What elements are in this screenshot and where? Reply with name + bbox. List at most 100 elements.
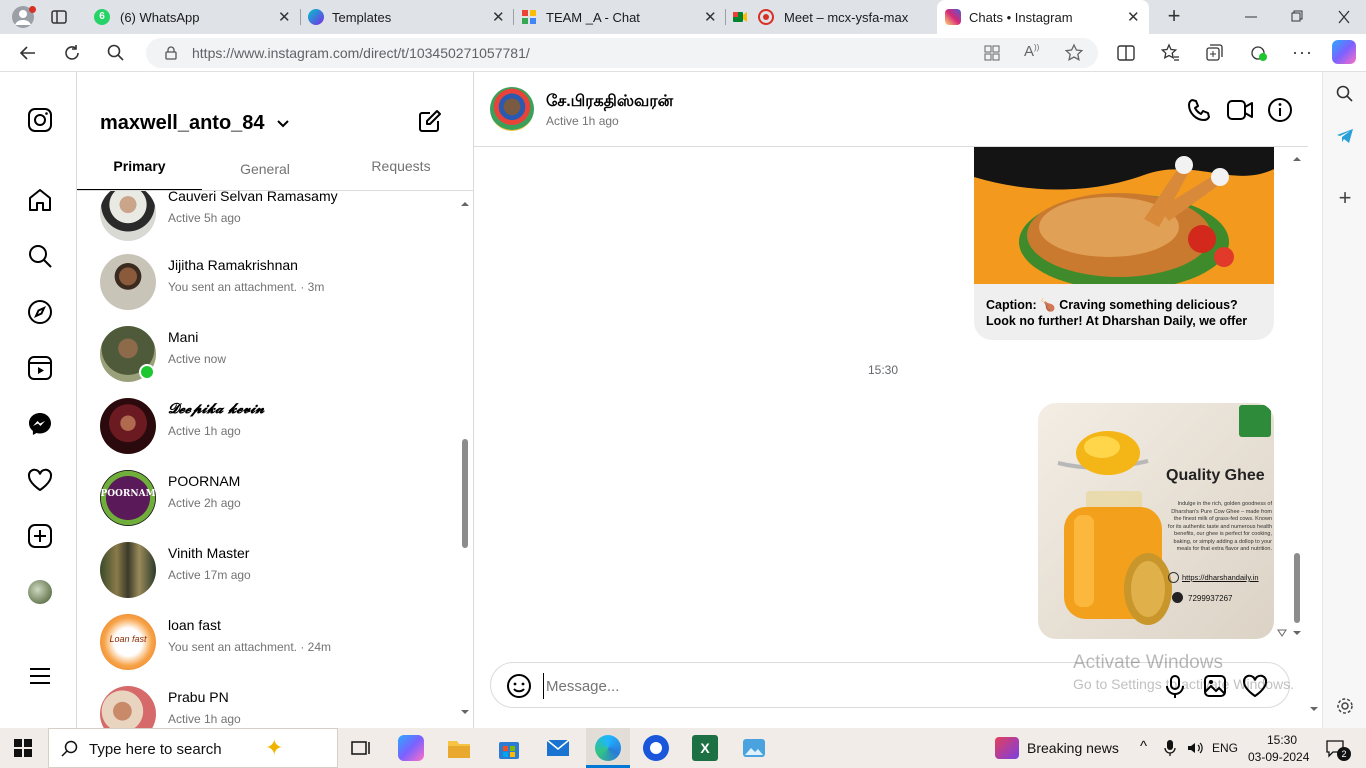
clock-date[interactable]: 03-09-2024 <box>1248 750 1309 764</box>
language-indicator[interactable]: ENG <box>1212 741 1238 755</box>
audio-call-icon[interactable] <box>1186 97 1212 123</box>
tab-label: (6) WhatsApp <box>120 10 200 25</box>
file-explorer-icon[interactable] <box>446 735 472 761</box>
conversation-item[interactable]: Prabu PN Active 1h ago <box>100 686 460 728</box>
microphone-icon[interactable] <box>1164 739 1176 757</box>
create-post-icon[interactable] <box>26 522 54 550</box>
tab-meet[interactable]: Meet – mcx-ysfa-max <box>726 0 936 34</box>
chat-scrollbar-thumb[interactable] <box>1294 553 1300 623</box>
close-tab-icon[interactable]: ✕ <box>492 8 505 26</box>
copilot-app-icon[interactable] <box>398 735 424 761</box>
tab-primary[interactable]: Primary <box>77 158 202 190</box>
back-icon[interactable] <box>18 43 38 63</box>
search-placeholder[interactable]: Type here to search <box>89 741 222 758</box>
excel-icon[interactable]: X <box>692 735 718 761</box>
message-options-icon[interactable] <box>1277 628 1287 638</box>
show-hidden-icons-icon[interactable]: ^ <box>1140 738 1147 755</box>
emoji-icon[interactable] <box>506 673 532 699</box>
ghee-card-title: Quality Ghee <box>1166 467 1265 484</box>
image-message[interactable]: Quality Ghee Indulge in the rich, golden… <box>1038 403 1274 639</box>
username[interactable]: maxwell_anto_84 <box>100 112 265 134</box>
conversation-item[interactable]: Vinith Master Active 17m ago <box>100 542 460 604</box>
photos-app-icon[interactable] <box>741 735 767 761</box>
page-scroll-down-arrow[interactable] <box>1310 705 1318 713</box>
contact-avatar[interactable] <box>490 87 534 131</box>
news-headline[interactable]: Breaking news <box>1027 740 1119 756</box>
reels-icon[interactable] <box>26 354 54 382</box>
shared-post-message[interactable]: Caption: 🍗 Craving something delicious? … <box>974 147 1274 340</box>
add-sidebar-app-icon[interactable]: + <box>1335 187 1355 209</box>
conversation-info-icon[interactable] <box>1267 97 1293 123</box>
conversation-item[interactable]: Jijitha Ramakrishnan You sent an attachm… <box>100 254 460 316</box>
tab-whatsapp[interactable]: 6 (6) WhatsApp ✕ <box>88 0 298 34</box>
restore-icon[interactable] <box>1289 7 1305 27</box>
close-tab-icon[interactable]: ✕ <box>704 8 717 26</box>
message-input[interactable] <box>543 673 1103 699</box>
search-icon[interactable] <box>26 242 54 270</box>
task-view-icon[interactable] <box>348 735 374 761</box>
search-icon[interactable] <box>106 43 126 63</box>
close-window-icon[interactable] <box>1336 7 1352 27</box>
clock-time[interactable]: 15:30 <box>1262 733 1302 747</box>
edge-taskbar-button[interactable] <box>586 728 630 768</box>
conversation-item[interactable]: POORNAM POORNAM Active 2h ago <box>100 470 460 532</box>
copilot-icon[interactable] <box>1332 40 1356 64</box>
profile-avatar[interactable] <box>28 580 52 604</box>
new-tab-icon[interactable]: + <box>1163 5 1185 27</box>
messenger-icon[interactable] <box>26 410 54 438</box>
conversation-item[interactable]: 𝓓𝓮𝓮𝓹𝓲𝓴𝓪 𝓴𝓮𝓿𝓲𝓷 Active 1h ago <box>100 398 460 460</box>
windows-start-icon[interactable] <box>14 739 32 757</box>
favorite-star-icon[interactable] <box>1064 43 1084 63</box>
close-tab-icon[interactable]: ✕ <box>1127 8 1140 26</box>
conversation-item[interactable]: Mani Active now <box>100 326 460 388</box>
avatar: Loan fast <box>100 614 156 670</box>
microsoft-store-icon[interactable] <box>496 735 522 761</box>
url-text[interactable]: https://www.instagram.com/direct/t/10345… <box>192 45 530 61</box>
read-aloud-icon[interactable]: A)) <box>1024 43 1044 63</box>
mail-icon[interactable] <box>545 735 571 761</box>
video-call-icon[interactable] <box>1226 97 1254 123</box>
volume-icon[interactable] <box>1186 739 1204 757</box>
chevron-down-icon[interactable] <box>276 119 290 129</box>
username-switcher[interactable]: maxwell_anto_84 <box>100 112 290 135</box>
sidebar-settings-icon[interactable] <box>1335 696 1355 716</box>
tab-team-chat[interactable]: TEAM _A - Chat ✕ <box>514 0 724 34</box>
browser-app-icon[interactable] <box>643 735 669 761</box>
url-field[interactable]: https://www.instagram.com/direct/t/10345… <box>146 38 1098 68</box>
scroll-down-arrow[interactable] <box>461 708 469 716</box>
globe-icon <box>1168 572 1179 583</box>
instagram-logo-icon[interactable] <box>26 106 54 134</box>
tab-actions-icon[interactable] <box>50 8 68 26</box>
more-menu-icon[interactable] <box>26 662 54 690</box>
close-tab-icon[interactable]: ✕ <box>278 8 291 26</box>
news-icon[interactable] <box>995 737 1019 759</box>
notifications-heart-icon[interactable] <box>26 466 54 494</box>
explore-compass-icon[interactable] <box>26 298 54 326</box>
telegram-icon[interactable] <box>1335 126 1355 146</box>
apps-icon[interactable] <box>984 45 1000 61</box>
chat-panel: சே.பிரகதிஸ்வரன் Active 1h ago Caption: 🍗… <box>474 72 1322 728</box>
refresh-icon[interactable] <box>62 43 82 63</box>
tab-templates[interactable]: Templates ✕ <box>300 0 512 34</box>
more-menu-icon[interactable]: ··· <box>1292 42 1312 62</box>
conversation-item[interactable]: Cauveri Selvan Ramasamy Active 5h ago <box>100 191 460 247</box>
favorites-icon[interactable] <box>1160 43 1180 63</box>
tab-general[interactable]: General <box>202 158 328 190</box>
inbox-scrollbar-thumb[interactable] <box>462 439 468 548</box>
minimize-icon[interactable] <box>1243 7 1259 27</box>
extensions-icon[interactable] <box>1248 43 1270 63</box>
tab-requests[interactable]: Requests <box>328 158 473 190</box>
scroll-up-arrow[interactable] <box>1293 155 1301 163</box>
scroll-up-arrow[interactable] <box>461 200 469 208</box>
scroll-down-arrow[interactable] <box>1293 629 1301 637</box>
split-screen-icon[interactable] <box>1116 43 1136 63</box>
contact-name[interactable]: சே.பிரகதிஸ்வரன் <box>546 92 673 112</box>
collections-icon[interactable] <box>1204 43 1224 63</box>
conversation-item[interactable]: Loan fast loan fast You sent an attachme… <box>100 614 460 676</box>
new-message-icon[interactable] <box>417 108 443 134</box>
taskbar-search-box[interactable]: Type here to search ✦ <box>48 728 338 768</box>
home-icon[interactable] <box>26 186 54 214</box>
lock-icon[interactable] <box>164 46 178 60</box>
sidebar-search-icon[interactable] <box>1335 84 1355 104</box>
tab-instagram-active[interactable]: Chats • Instagram ✕ <box>937 0 1149 34</box>
